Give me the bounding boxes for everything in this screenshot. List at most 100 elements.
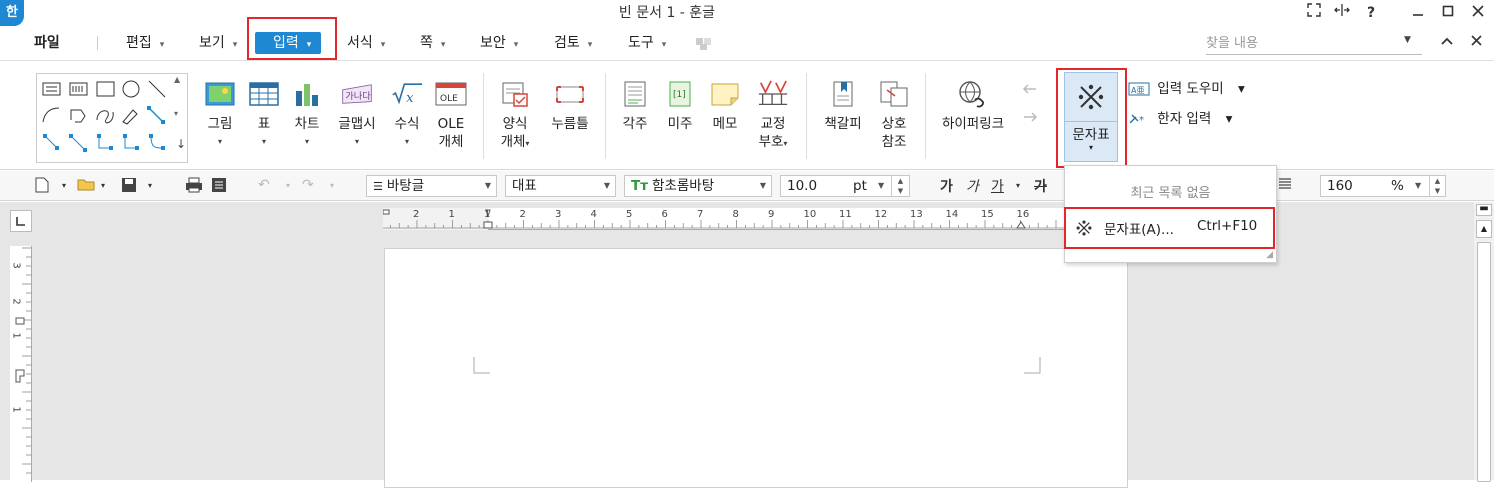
search-input[interactable]: 찾을 내용: [1206, 33, 1422, 55]
bold-button[interactable]: 가: [940, 176, 953, 196]
proofreading-mark-button[interactable]: 교정 부호▾: [752, 79, 794, 153]
underline-dropdown[interactable]: ▾: [1016, 181, 1020, 190]
print-icon[interactable]: [185, 177, 203, 197]
footnote-button[interactable]: 각주: [615, 79, 655, 133]
form-object-button[interactable]: 양식 개체▾: [495, 79, 535, 153]
search-dropdown-icon[interactable]: ▼: [1404, 35, 1411, 45]
link-right-icon[interactable]: [1022, 111, 1038, 127]
puzzle-icon[interactable]: [694, 34, 714, 56]
ribbon: ▲ ▾ ↓ 그림 ▾ 표 ▾ 차트 ▾ 가나다 글맵시 ▾ x 수식 ▾ OLE OLE 개…: [0, 60, 1494, 170]
undo-icon[interactable]: ↶: [258, 177, 270, 193]
hanja-input-button[interactable]: * 한자 입력 ▾: [1128, 107, 1232, 127]
vertical-scrollbar[interactable]: ▬ ▲: [1474, 202, 1494, 482]
close-doc-icon[interactable]: [1471, 35, 1482, 50]
redo-icon[interactable]: ↷: [302, 177, 314, 193]
menu-file[interactable]: 파일: [34, 32, 60, 54]
highlight-character-map-item: [1064, 207, 1275, 249]
hanja-input-dropdown[interactable]: ▾: [1226, 111, 1233, 127]
proofreading-mark-icon: [757, 79, 789, 109]
endnote-button[interactable]: [1] 미주: [660, 79, 700, 133]
new-document-icon[interactable]: [35, 177, 49, 197]
scroll-split-icon[interactable]: ▬: [1476, 204, 1492, 216]
formula-button[interactable]: x 수식 ▾: [387, 79, 427, 151]
picture-button[interactable]: 그림 ▾: [200, 79, 240, 151]
menu-format[interactable]: 서식 ▾: [347, 32, 385, 54]
font-size-unit-dropdown[interactable]: ▼: [878, 176, 884, 196]
underline-button[interactable]: 가: [991, 176, 1004, 196]
menu-bar: 파일 편집 ▾ 보기 ▾ 입력 ▾ 서식 ▾ 쪽 ▾ 보안 ▾ 검토 ▾ 도구 ▾ 찾을 내용 …: [0, 26, 1494, 60]
language-select[interactable]: 대표 ▼: [505, 175, 616, 197]
picture-dropdown[interactable]: ▾: [200, 133, 240, 151]
link-left-icon[interactable]: [1022, 83, 1038, 99]
cross-reference-button[interactable]: 상호 참조: [873, 79, 915, 151]
bookmark-button[interactable]: 책갈피: [818, 79, 868, 133]
cross-reference-icon: [878, 79, 910, 109]
italic-button[interactable]: 가: [966, 176, 979, 196]
split-view-icon[interactable]: [1329, 2, 1355, 24]
scroll-up-icon[interactable]: ▲: [1476, 220, 1492, 238]
hyperlink-button[interactable]: 하이퍼링크: [935, 79, 1011, 133]
menu-view[interactable]: 보기 ▾: [199, 32, 237, 54]
paragraph-lines-icon[interactable]: [1278, 177, 1292, 195]
svg-text:[1]: [1]: [673, 90, 686, 100]
style-select[interactable]: ☰ 바탕글 ▼: [366, 175, 497, 197]
ruler-corner[interactable]: [10, 210, 32, 232]
scroll-thumb[interactable]: [1477, 242, 1491, 482]
new-document-dropdown[interactable]: ▾: [62, 181, 66, 190]
collapse-ribbon-icon[interactable]: [1441, 35, 1453, 50]
gallery-expand-icon[interactable]: ↓: [176, 137, 186, 151]
font-size-input[interactable]: 10.0 pt ▼ ▲ ▼: [780, 175, 910, 197]
formula-dropdown[interactable]: ▾: [387, 133, 427, 151]
ruler-label: 16: [1016, 209, 1030, 220]
ruler-label: 2: [413, 209, 420, 220]
wordart-dropdown[interactable]: ▾: [334, 133, 380, 151]
fullscreen-icon[interactable]: [1301, 2, 1327, 24]
memo-button[interactable]: 메모: [705, 79, 745, 133]
close-icon[interactable]: [1465, 2, 1491, 24]
print-preview-icon[interactable]: [211, 177, 227, 197]
zoom-dropdown-icon[interactable]: ▼: [1415, 176, 1421, 196]
proofreading-mark-dropdown[interactable]: ▾: [783, 139, 787, 148]
input-helper-button[interactable]: A亜 입력 도우미 ▾: [1128, 77, 1245, 97]
zoom-input[interactable]: 160 % ▼ ▲ ▼: [1320, 175, 1446, 197]
save-dropdown[interactable]: ▾: [148, 181, 152, 190]
horizontal-ruler[interactable]: 2 1 1 2 3 4 5 6 7 8 9 10 11 12 13 14 15 16: [382, 208, 1066, 230]
menu-edit[interactable]: 편집 ▾: [126, 32, 164, 54]
gallery-scroll-up-icon[interactable]: ▲: [174, 75, 180, 84]
strikethrough-button[interactable]: 가: [1034, 176, 1047, 196]
open-folder-icon[interactable]: [77, 177, 95, 195]
form-object-dropdown[interactable]: ▾: [525, 139, 529, 148]
table-button[interactable]: 표 ▾: [244, 79, 284, 151]
chart-button[interactable]: 차트 ▾: [287, 79, 327, 151]
help-icon[interactable]: ?: [1358, 2, 1384, 24]
push-field-button[interactable]: 누름틀: [547, 79, 593, 133]
form-object-label-2: 개체: [500, 134, 526, 150]
menu-security[interactable]: 보안 ▾: [480, 32, 518, 54]
document-page[interactable]: [384, 248, 1128, 488]
font-size-stepper[interactable]: ▲ ▼: [891, 176, 909, 196]
vertical-ruler[interactable]: 3 2 1 1: [10, 246, 32, 482]
table-dropdown[interactable]: ▾: [244, 133, 284, 151]
undo-dropdown[interactable]: ▾: [286, 181, 290, 190]
font-select[interactable]: Tт 함초롬바탕 ▼: [624, 175, 772, 197]
minimize-icon[interactable]: [1405, 2, 1431, 24]
menu-tools[interactable]: 도구 ▾: [628, 32, 666, 54]
resize-grip-icon[interactable]: ◢: [1266, 250, 1273, 260]
ruler-label: 11: [839, 209, 852, 220]
maximize-icon[interactable]: [1435, 2, 1461, 24]
zoom-stepper[interactable]: ▲ ▼: [1429, 176, 1445, 196]
save-icon[interactable]: [121, 177, 137, 197]
shapes-gallery[interactable]: [36, 73, 188, 163]
wordart-button[interactable]: 가나다 글맵시 ▾: [334, 79, 380, 151]
menu-review[interactable]: 검토 ▾: [554, 32, 592, 54]
gallery-more-icon[interactable]: ▾: [174, 109, 178, 118]
input-helper-dropdown[interactable]: ▾: [1238, 81, 1245, 97]
svg-text:*: *: [1139, 115, 1144, 126]
menu-page[interactable]: 쪽 ▾: [420, 32, 445, 54]
redo-dropdown[interactable]: ▾: [330, 181, 334, 190]
chart-dropdown[interactable]: ▾: [287, 133, 327, 151]
open-folder-dropdown[interactable]: ▾: [101, 181, 105, 190]
ole-button[interactable]: OLE OLE 개체: [431, 79, 471, 151]
picture-label: 그림: [207, 116, 233, 132]
footnote-label: 각주: [622, 116, 648, 132]
